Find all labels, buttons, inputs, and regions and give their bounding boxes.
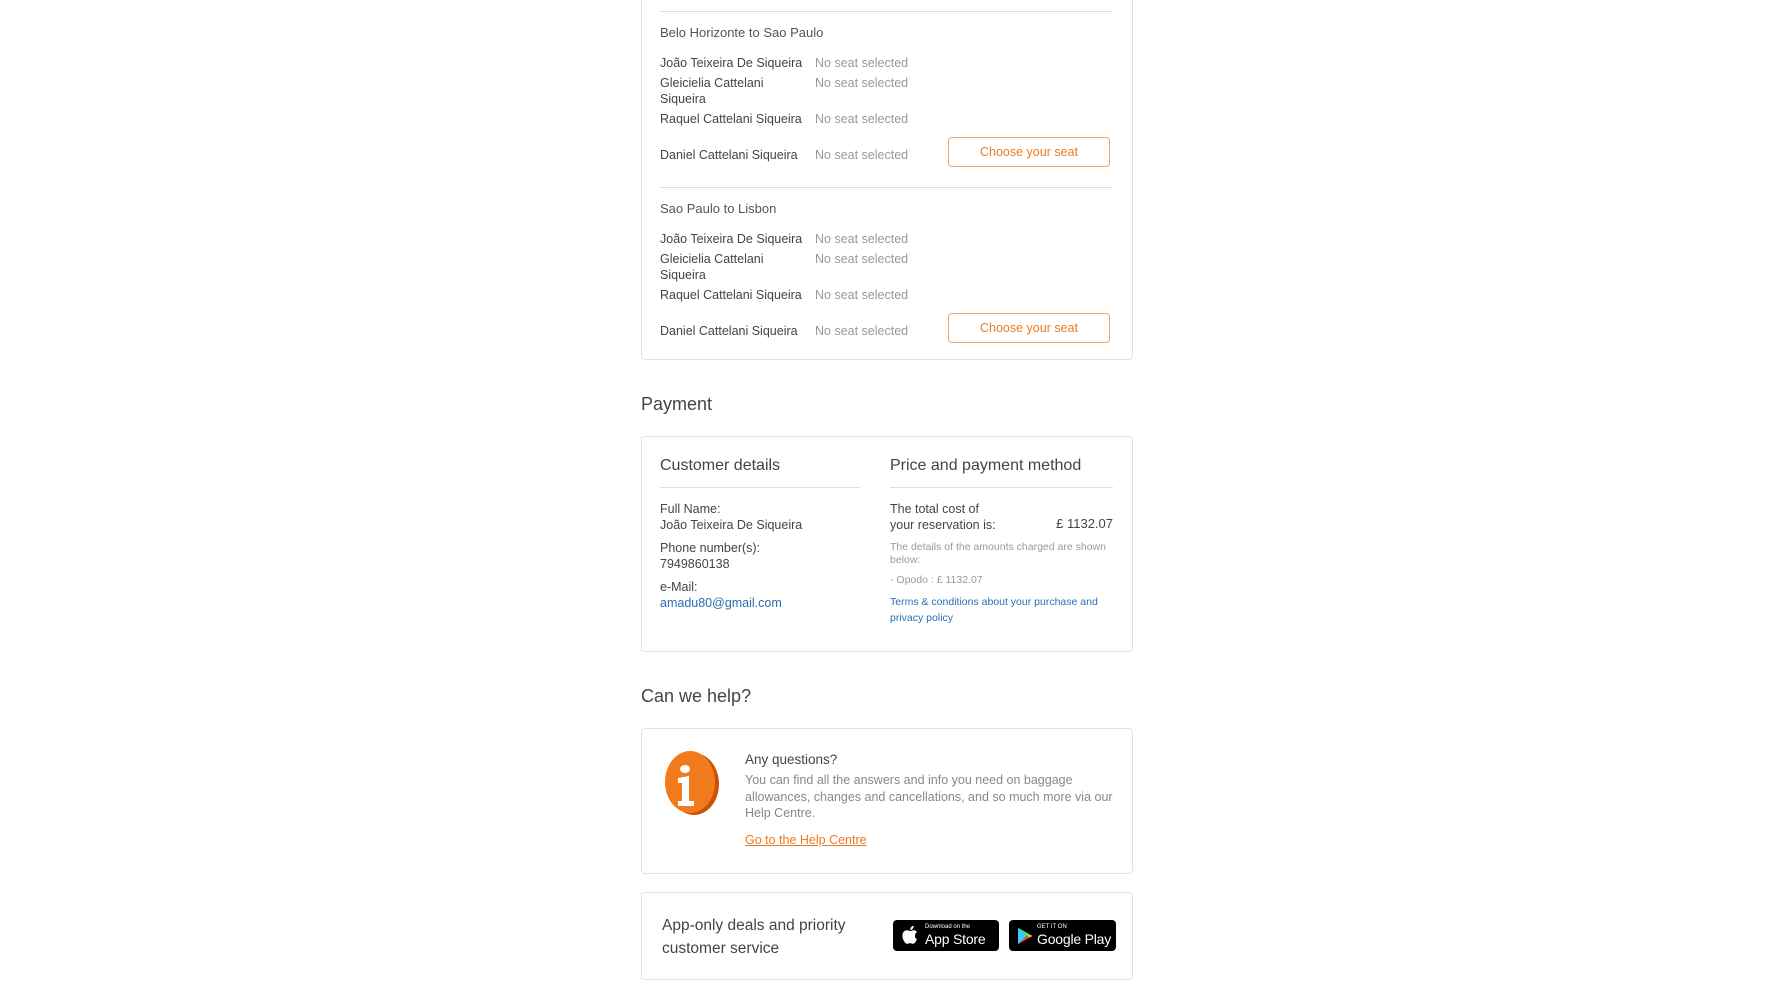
total-price: £ 1132.07 [1056,516,1113,531]
seat-status: No seat selected [815,324,909,338]
divider [660,487,860,488]
leg-title: Belo Horizonte to Sao Paulo [660,25,824,40]
payment-card: Customer details Full Name: João Teixeir… [641,436,1133,652]
google-play-small-text: GET IT ON [1037,924,1067,930]
seat-status: No seat selected [815,148,909,162]
email-label: e-Mail: [660,580,698,594]
apple-icon [901,925,918,950]
help-title: Any questions? [745,752,838,767]
google-play-big-text: Google Play [1037,931,1112,947]
help-card: Any questions? You can find all the answ… [641,728,1133,874]
phone-value: 7949860138 [660,557,730,571]
seat-status: No seat selected [815,288,909,302]
app-promo-text: App-only deals and priority customer ser… [662,917,846,957]
total-label-line2: your reservation is: [890,518,996,532]
price-method-title: Price and payment method [890,457,1082,474]
app-promo-card: App-only deals and priority customer ser… [641,892,1133,980]
seat-status: No seat selected [815,56,909,70]
seat-selection-card: Belo Horizonte to Sao Paulo João Teixeir… [641,0,1133,360]
leg-title: Sao Paulo to Lisbon [660,201,777,216]
full-name-value: João Teixeira De Siqueira [660,518,803,532]
seat-status: No seat selected [815,232,909,246]
info-icon [664,749,720,817]
help-text: You can find all the answers and info yo… [745,773,1113,820]
customer-details-title: Customer details [660,457,781,474]
app-store-big-text: App Store [925,931,986,947]
google-play-badge[interactable]: GET IT ON Google Play [1009,920,1116,951]
price-breakdown: - Opodo : £ 1132.07 [890,574,983,586]
seat-status: No seat selected [815,112,909,126]
full-name-label: Full Name: [660,502,721,516]
total-label-line1: The total cost of [890,502,979,516]
passenger-name: Daniel Cattelani Siqueira [660,148,798,162]
passenger-name: Gleicielia Cattelani Siqueira [660,76,764,106]
amounts-note: The details of the amounts charged are s… [890,541,1106,566]
passenger-name: Gleicielia Cattelani Siqueira [660,252,764,282]
app-store-badge[interactable]: Download on the App Store [893,920,999,951]
choose-seat-button[interactable]: Choose your seat [948,313,1110,343]
seat-status: No seat selected [815,76,909,90]
divider [890,487,1113,488]
divider [660,11,1113,12]
passenger-name: Raquel Cattelani Siqueira [660,112,802,126]
passenger-name: Raquel Cattelani Siqueira [660,288,802,302]
terms-link-wrapper[interactable]: Terms & conditions about your purchase a… [890,594,1115,626]
passenger-name: João Teixeira De Siqueira [660,56,803,70]
help-heading: Can we help? [641,686,752,706]
email-link[interactable]: amadu80@gmail.com [660,595,782,611]
terms-link[interactable]: Terms & conditions about your purchase a… [890,596,1098,624]
divider [660,187,1113,188]
phone-label: Phone number(s): [660,541,761,555]
passenger-name: João Teixeira De Siqueira [660,232,803,246]
passenger-name: Daniel Cattelani Siqueira [660,324,798,338]
google-play-icon [1017,927,1033,950]
help-centre-link[interactable]: Go to the Help Centre [745,833,867,847]
email-value[interactable]: amadu80@gmail.com [660,596,782,610]
app-store-small-text: Download on the [925,924,971,930]
seat-status: No seat selected [815,252,909,266]
payment-heading: Payment [641,394,713,414]
choose-seat-button[interactable]: Choose your seat [948,137,1110,167]
